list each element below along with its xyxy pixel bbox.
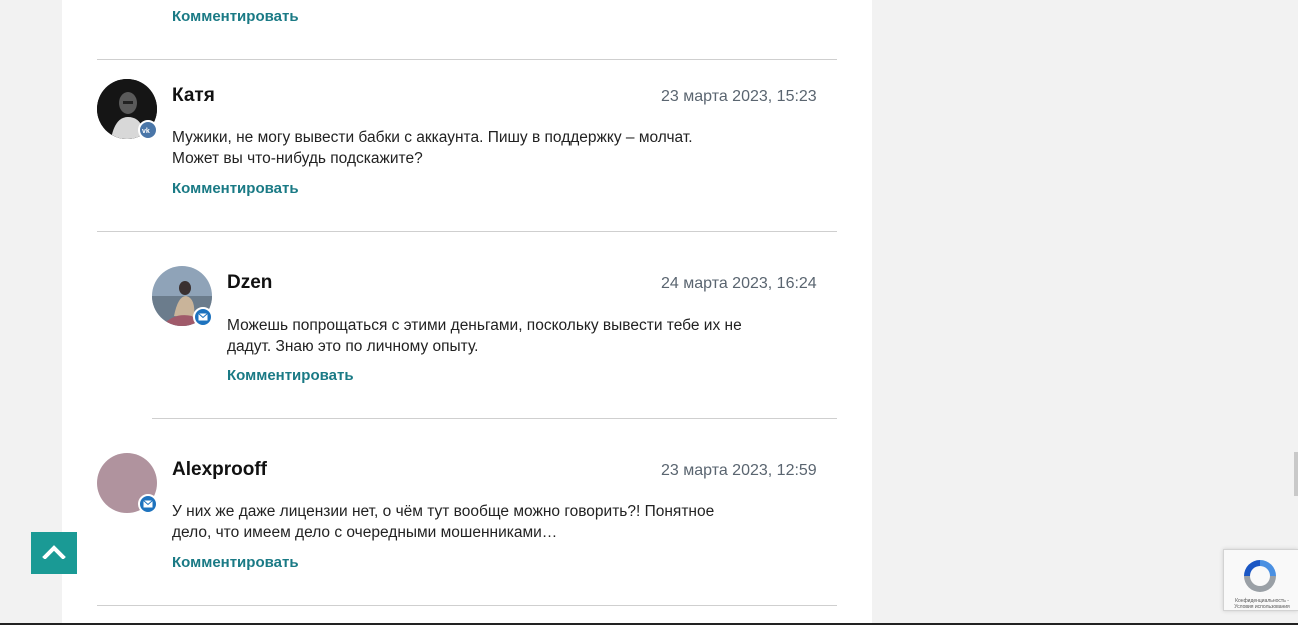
avatar[interactable]: vk bbox=[97, 79, 158, 140]
scrollbar-thumb[interactable] bbox=[1294, 452, 1298, 496]
mail-icon bbox=[138, 494, 158, 514]
recaptcha-icon bbox=[1240, 556, 1280, 601]
comment-text: Мужики, не могу вывести бабки с аккаунта… bbox=[172, 129, 693, 167]
divider bbox=[152, 418, 837, 419]
comment-text: У них же даже лицензии нет, о чём тут во… bbox=[172, 503, 715, 541]
comment-date: 24 марта 2023, 16:24 bbox=[661, 275, 817, 292]
reply-link[interactable]: Комментировать bbox=[227, 367, 354, 384]
divider bbox=[97, 59, 837, 60]
reply-link[interactable]: Комментировать bbox=[172, 554, 299, 571]
reply-link[interactable]: Комментировать bbox=[172, 8, 299, 25]
scroll-to-top-button[interactable] bbox=[31, 532, 77, 574]
chevron-up-icon bbox=[42, 543, 66, 564]
comment-text: Можешь попрощаться с этими деньгами, пос… bbox=[227, 317, 742, 355]
comment-author[interactable]: Катя bbox=[172, 85, 215, 107]
reply-link[interactable]: Комментировать bbox=[172, 180, 299, 197]
recaptcha-text[interactable]: Конфиденциальность - Условия использован… bbox=[1226, 598, 1298, 610]
comment-date: 23 марта 2023, 15:23 bbox=[661, 88, 817, 105]
comment-date: 23 марта 2023, 12:59 bbox=[661, 462, 817, 479]
comment-author[interactable]: Dzen bbox=[227, 272, 272, 294]
svg-text:vk: vk bbox=[142, 128, 150, 134]
vk-icon: vk bbox=[138, 120, 158, 140]
mail-icon bbox=[193, 307, 213, 327]
divider bbox=[97, 605, 837, 606]
avatar[interactable] bbox=[97, 453, 158, 514]
comment-author[interactable]: Alexprooff bbox=[172, 459, 267, 481]
divider bbox=[97, 231, 837, 232]
avatar[interactable] bbox=[152, 266, 213, 327]
recaptcha-badge[interactable]: Конфиденциальность - Условия использован… bbox=[1223, 549, 1298, 611]
